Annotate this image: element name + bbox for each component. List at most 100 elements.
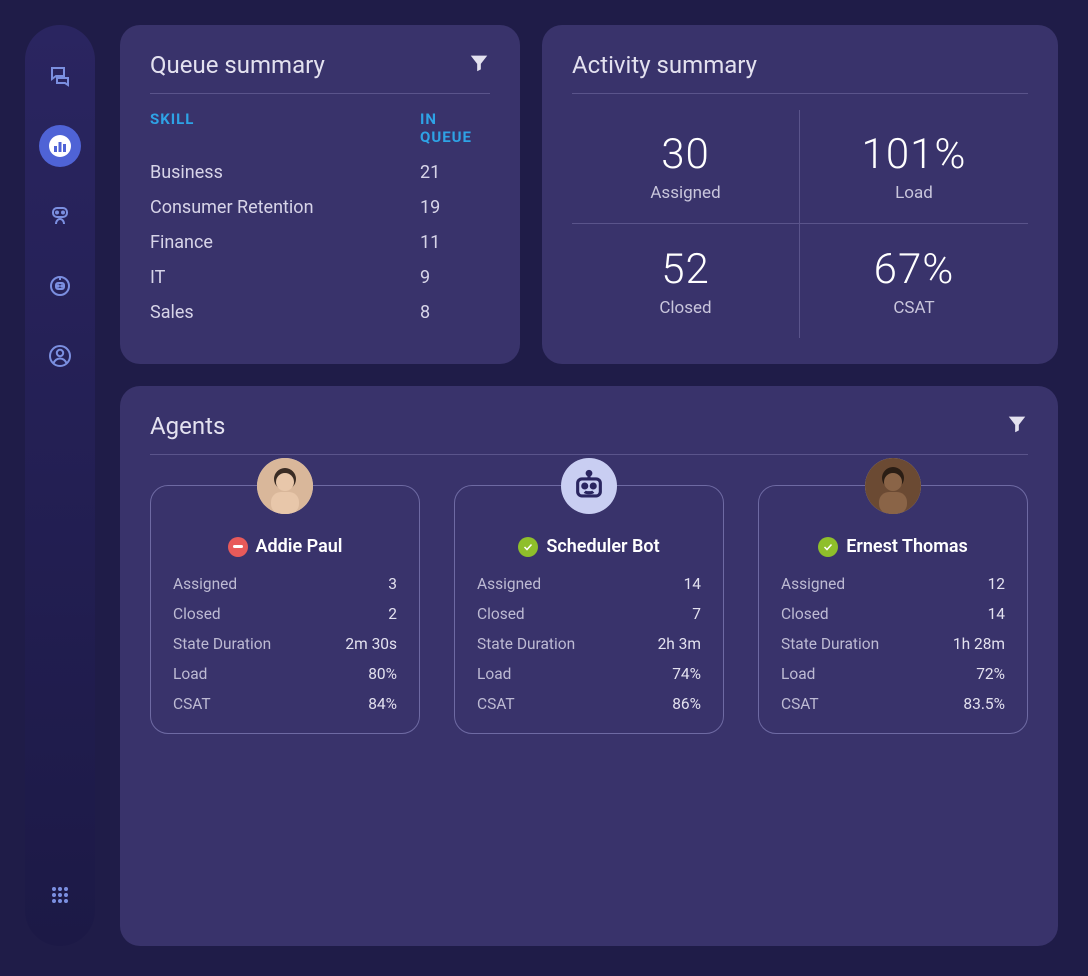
stat-value: 12 xyxy=(988,575,1005,593)
stat-label: State Duration xyxy=(173,635,271,653)
metric-label: Assigned xyxy=(650,183,720,203)
metric-value: 101% xyxy=(862,130,967,179)
avatar xyxy=(865,458,921,514)
nav-agent-bot[interactable] xyxy=(39,195,81,237)
stat-row: State Duration 2m 30s xyxy=(173,635,397,653)
profile-icon xyxy=(48,344,72,368)
stat-row: Closed 7 xyxy=(477,605,701,623)
queue-count: 19 xyxy=(420,197,440,218)
stat-label: Load xyxy=(781,665,815,683)
nav-bot-settings[interactable] xyxy=(39,265,81,307)
queue-row: Sales 8 xyxy=(150,302,490,323)
agent-card[interactable]: Ernest Thomas Assigned 12 Closed 14 State … xyxy=(758,485,1028,734)
stat-label: Closed xyxy=(477,605,525,623)
metric-label: Load xyxy=(895,183,933,203)
stat-value: 74% xyxy=(672,665,701,683)
status-online-icon xyxy=(518,537,538,557)
stat-value: 80% xyxy=(368,665,397,683)
stat-row: Load 72% xyxy=(781,665,1005,683)
stat-row: Assigned 12 xyxy=(781,575,1005,593)
agents-filter-button[interactable] xyxy=(1006,413,1028,439)
col-inqueue-header: IN QUEUE xyxy=(420,110,490,146)
stat-label: Assigned xyxy=(781,575,845,593)
stat-label: CSAT xyxy=(781,695,819,713)
stat-value: 84% xyxy=(368,695,397,713)
queue-count: 9 xyxy=(420,267,430,288)
queue-table-header: SKILL IN QUEUE xyxy=(150,110,490,146)
agents-card: Agents Addie Paul Assigned 3 Closed 2 xyxy=(120,386,1058,946)
stat-row: Load 74% xyxy=(477,665,701,683)
stat-row: Assigned 3 xyxy=(173,575,397,593)
queue-skill: Sales xyxy=(150,302,420,323)
queue-skill: IT xyxy=(150,267,420,288)
queue-count: 21 xyxy=(420,162,440,183)
queue-title: Queue summary xyxy=(150,51,325,79)
stat-label: Closed xyxy=(781,605,829,623)
stat-value: 7 xyxy=(692,605,701,623)
nav-apps[interactable] xyxy=(39,874,81,916)
stat-row: State Duration 1h 28m xyxy=(781,635,1005,653)
queue-filter-button[interactable] xyxy=(468,52,490,78)
agent-name: Ernest Thomas xyxy=(846,536,968,557)
stat-row: CSAT 83.5% xyxy=(781,695,1005,713)
queue-row: Finance 11 xyxy=(150,232,490,253)
col-skill-header: SKILL xyxy=(150,110,420,146)
metric-value: 67% xyxy=(874,245,955,294)
agent-name: Addie Paul xyxy=(256,536,343,557)
stat-value: 1h 28m xyxy=(953,635,1005,653)
stat-value: 2 xyxy=(388,605,397,623)
metric-value: 30 xyxy=(661,130,710,179)
stat-label: State Duration xyxy=(477,635,575,653)
avatar xyxy=(561,458,617,514)
stat-label: CSAT xyxy=(477,695,515,713)
filter-icon xyxy=(1006,413,1028,435)
queue-row: IT 9 xyxy=(150,267,490,288)
apps-icon xyxy=(48,883,72,907)
queue-summary-card: Queue summary SKILL IN QUEUE Business 21… xyxy=(120,25,520,364)
stat-row: CSAT86% xyxy=(477,695,701,713)
avatar-placeholder-icon xyxy=(257,458,313,514)
nav-analytics[interactable] xyxy=(39,125,81,167)
stat-label: Load xyxy=(477,665,511,683)
stat-value: 14 xyxy=(684,575,701,593)
status-online-icon xyxy=(818,537,838,557)
stat-label: Load xyxy=(173,665,207,683)
chat-icon xyxy=(48,64,72,88)
agent-name: Scheduler Bot xyxy=(546,536,659,557)
stat-label: State Duration xyxy=(781,635,879,653)
nav-profile[interactable] xyxy=(39,335,81,377)
metric-load: 101% Load xyxy=(800,110,1028,224)
stat-value: 3 xyxy=(388,575,397,593)
analytics-icon xyxy=(48,134,72,158)
stat-value: 83.5% xyxy=(963,695,1005,713)
stat-value: 2m 30s xyxy=(345,635,397,653)
stat-row: Closed 14 xyxy=(781,605,1005,623)
stat-label: Closed xyxy=(173,605,221,623)
queue-skill: Finance xyxy=(150,232,420,253)
sidebar xyxy=(25,25,95,946)
nav-chat[interactable] xyxy=(39,55,81,97)
stat-row: State Duration2h 3m xyxy=(477,635,701,653)
metric-label: CSAT xyxy=(893,298,934,318)
metric-csat: 67% CSAT xyxy=(800,224,1028,338)
metric-label: Closed xyxy=(659,298,711,318)
stat-label: Assigned xyxy=(477,575,541,593)
queue-skill: Consumer Retention xyxy=(150,197,420,218)
metric-closed: 52 Closed xyxy=(572,224,800,338)
queue-count: 8 xyxy=(420,302,430,323)
agent-card[interactable]: Scheduler Bot Assigned 14 Closed 7 State D… xyxy=(454,485,724,734)
stat-label: Assigned xyxy=(173,575,237,593)
stat-row: CSAT84% xyxy=(173,695,397,713)
bot-settings-icon xyxy=(48,274,72,298)
agent-card[interactable]: Addie Paul Assigned 3 Closed 2 State Durat… xyxy=(150,485,420,734)
queue-row: Consumer Retention 19 xyxy=(150,197,490,218)
stat-row: Assigned 14 xyxy=(477,575,701,593)
avatar xyxy=(257,458,313,514)
bot-user-icon xyxy=(48,204,72,228)
metric-assigned: 30 Assigned xyxy=(572,110,800,224)
agents-title: Agents xyxy=(150,412,225,440)
avatar-placeholder-icon xyxy=(865,458,921,514)
stat-value: 14 xyxy=(988,605,1005,623)
stat-value: 72% xyxy=(976,665,1005,683)
activity-summary-card: Activity summary 30 Assigned 101% Load 5… xyxy=(542,25,1058,364)
